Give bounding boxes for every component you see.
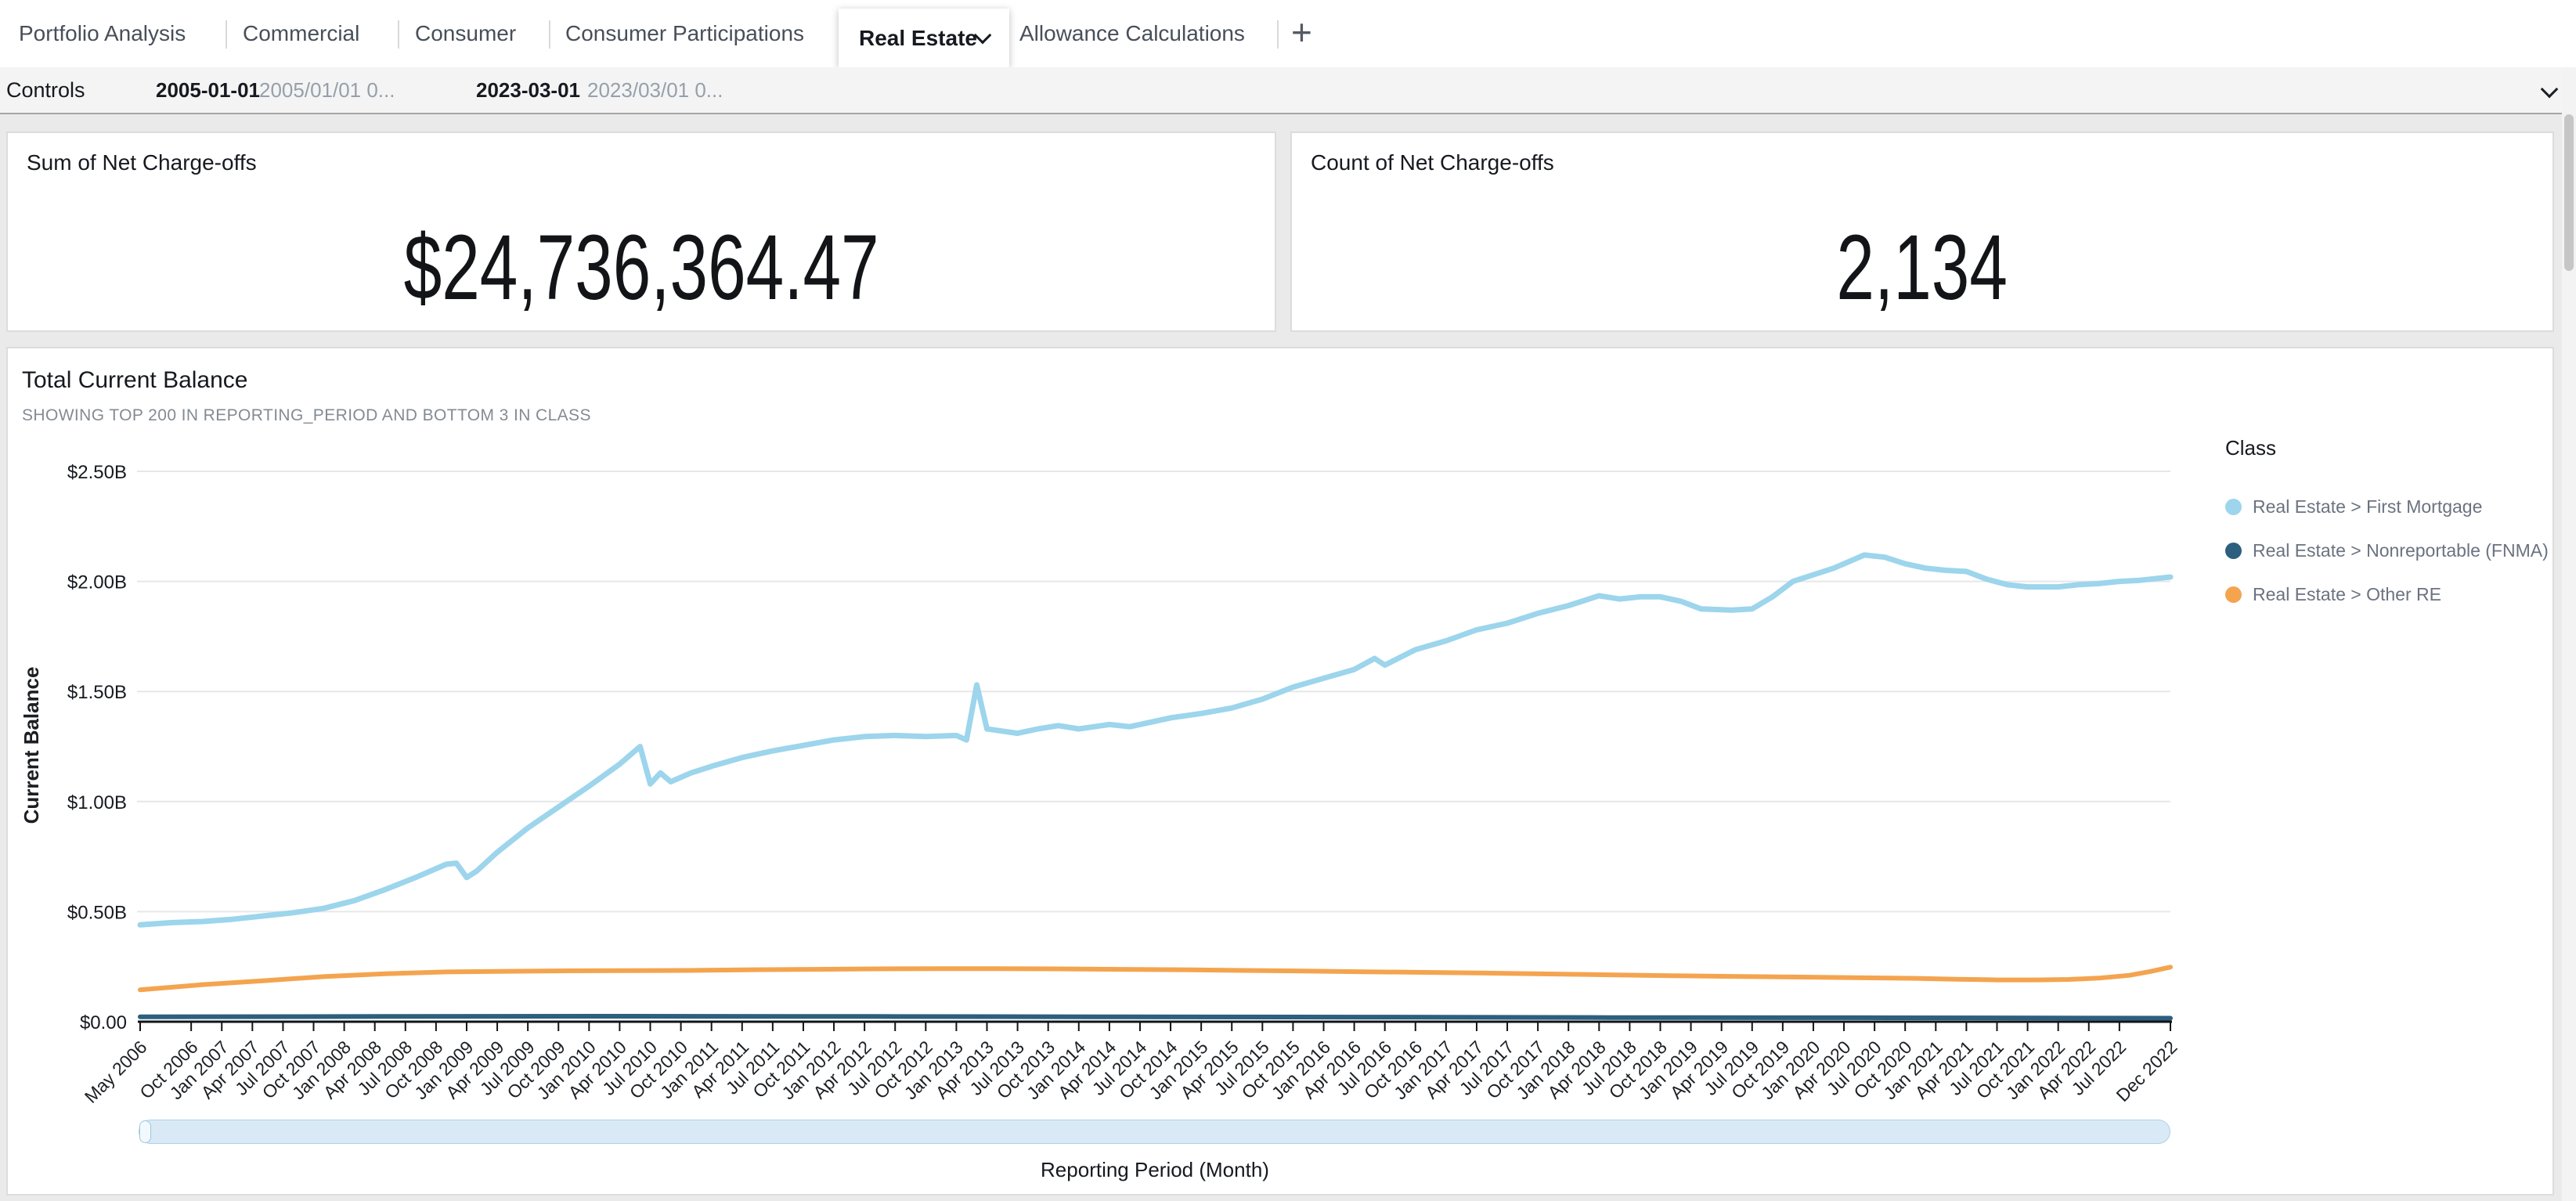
page-scrollbar-track[interactable] xyxy=(2562,67,2576,1201)
kpi-card-sum-net-charge-offs: Sum of Net Charge-offs $24,736,364.47 xyxy=(6,132,1276,332)
kpi-title: Count of Net Charge-offs xyxy=(1311,150,1554,175)
controls-collapse-chevron-icon[interactable] xyxy=(2541,81,2559,99)
svg-text:$1.00B: $1.00B xyxy=(67,792,127,813)
line-chart-card: Total Current Balance SHOWING TOP 200 IN… xyxy=(6,347,2554,1196)
legend-item-first-mortgage[interactable]: Real Estate > First Mortgage xyxy=(2225,496,2546,518)
svg-text:$1.50B: $1.50B xyxy=(67,682,127,703)
scrollbar-left-grip[interactable] xyxy=(139,1120,151,1143)
legend-label: Real Estate > Nonreportable (FNMA) xyxy=(2253,540,2549,561)
series-line-0[interactable] xyxy=(140,555,2170,925)
filter-start-date-detail[interactable]: 2005/01/01 0... xyxy=(259,67,395,113)
date-range-scrollbar[interactable] xyxy=(139,1120,2170,1144)
series-line-2[interactable] xyxy=(140,967,2170,990)
tab-commercial[interactable]: Commercial xyxy=(243,0,359,67)
series-line-1[interactable] xyxy=(140,1016,2170,1019)
sheet-tab-bar: Portfolio Analysis Commercial Consumer C… xyxy=(0,0,2576,67)
legend-item-nonreportable-fnma[interactable]: Real Estate > Nonreportable (FNMA) xyxy=(2225,540,2546,561)
svg-text:$0.50B: $0.50B xyxy=(67,902,127,923)
legend-dot-icon xyxy=(2225,499,2242,515)
legend-label: Real Estate > First Mortgage xyxy=(2253,496,2482,518)
tab-separator xyxy=(1277,20,1279,49)
legend-label: Real Estate > Other RE xyxy=(2253,584,2441,605)
tab-allowance-calculations[interactable]: Allowance Calculations xyxy=(1019,0,1245,67)
legend-item-other-re[interactable]: Real Estate > Other RE xyxy=(2225,584,2546,605)
x-axis-tick-labels: May 2006Oct 2006Jan 2007Apr 2007Jul 2007… xyxy=(81,1037,2181,1107)
gridlines xyxy=(137,471,2170,911)
tab-separator xyxy=(225,20,227,49)
tab-consumer[interactable]: Consumer xyxy=(415,0,516,67)
svg-text:May 2006: May 2006 xyxy=(81,1037,151,1107)
filter-end-date-value[interactable]: 2023-03-01 xyxy=(476,67,580,113)
y-axis-tick-labels: $2.50B $2.00B $1.50B $1.00B $0.50B $0.00 xyxy=(67,462,127,1033)
svg-text:$2.50B: $2.50B xyxy=(67,462,127,483)
controls-bar: Controls 2005-01-01 2005/01/01 0... 2023… xyxy=(0,67,2576,114)
tab-consumer-participations[interactable]: Consumer Participations xyxy=(565,0,804,67)
tab-real-estate-active[interactable]: Real Estate xyxy=(839,9,1009,67)
add-sheet-button[interactable]: + xyxy=(1291,0,1312,67)
x-axis xyxy=(138,1022,2172,1031)
kpi-value: $24,736,364.47 xyxy=(8,215,1275,321)
tab-separator xyxy=(549,20,550,49)
legend-title: Class xyxy=(2225,436,2546,460)
tab-separator xyxy=(398,20,399,49)
series-lines xyxy=(140,555,2170,1019)
filter-end-date-detail[interactable]: 2023/03/01 0... xyxy=(587,67,723,113)
filter-start-date-value[interactable]: 2005-01-01 xyxy=(156,67,260,113)
dashboard-page: Portfolio Analysis Commercial Consumer C… xyxy=(0,0,2576,1201)
legend-dot-icon xyxy=(2225,586,2242,603)
tab-portfolio-analysis[interactable]: Portfolio Analysis xyxy=(19,0,186,67)
page-scrollbar-thumb[interactable] xyxy=(2564,114,2574,271)
controls-title: Controls xyxy=(6,67,85,113)
kpi-value: 2,134 xyxy=(1292,215,2553,321)
tab-real-estate-label: Real Estate xyxy=(859,9,977,67)
chart-legend: Class Real Estate > First Mortgage Real … xyxy=(2225,436,2546,628)
kpi-card-count-net-charge-offs: Count of Net Charge-offs 2,134 xyxy=(1290,132,2554,332)
legend-dot-icon xyxy=(2225,543,2242,559)
svg-text:$2.00B: $2.00B xyxy=(67,572,127,593)
svg-text:$0.00: $0.00 xyxy=(80,1012,127,1033)
line-chart-plot: $2.50B $2.00B $1.50B $1.00B $0.50B $0.00 May 2… xyxy=(8,348,2556,1197)
kpi-title: Sum of Net Charge-offs xyxy=(27,150,257,175)
x-axis-title: Reporting Period (Month) xyxy=(8,1158,2302,1182)
